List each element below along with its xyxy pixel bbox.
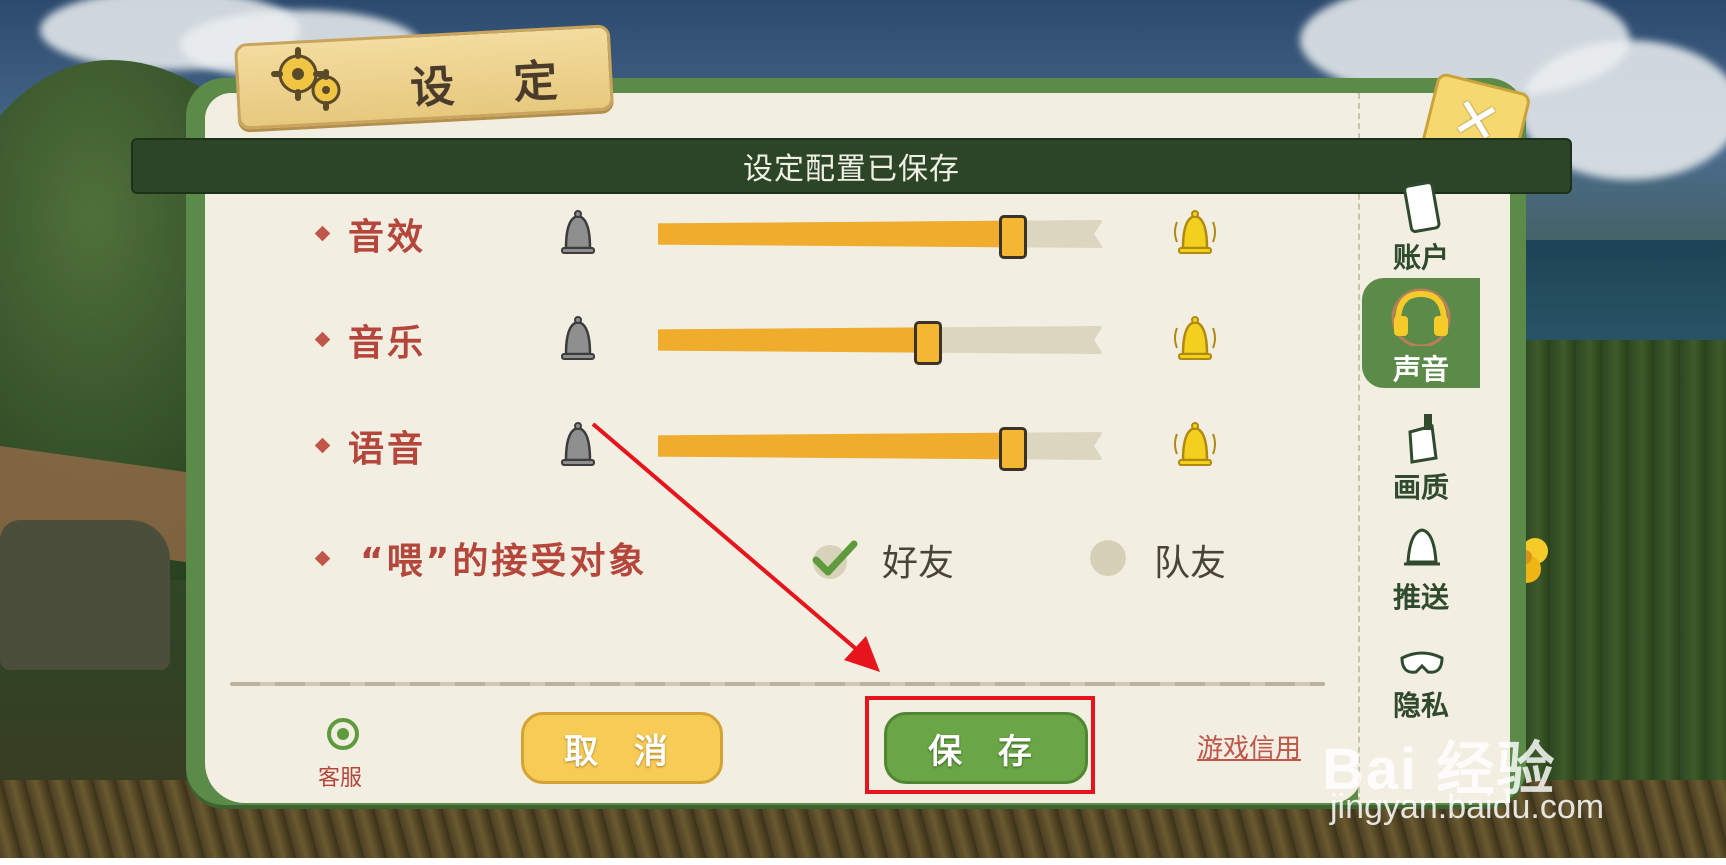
support-label[interactable]: 客服 (318, 760, 362, 792)
bell-mute-icon (556, 314, 600, 364)
voice-label: 语音 (348, 429, 427, 470)
sound-effects-slider-track[interactable] (658, 220, 1103, 248)
bell-mute-icon (556, 420, 600, 470)
music-slider-fill (658, 326, 925, 354)
bell-mute-icon (556, 208, 600, 258)
music-slider-handle[interactable] (914, 321, 942, 365)
option-teammates[interactable]: 队友 (1154, 534, 1226, 586)
music-slider-track[interactable] (658, 326, 1103, 354)
bell-icon (1404, 528, 1440, 566)
nav-privacy-label: 隐私 (1392, 689, 1449, 722)
paintbrush-icon (1408, 414, 1438, 464)
bell-loud-icon (1173, 314, 1217, 364)
cancel-button[interactable]: 取 消 (521, 712, 723, 784)
nav-privacy[interactable]: 隐私 (1362, 636, 1480, 736)
watermark-url: jingyan.baidu.com (1330, 788, 1605, 826)
nav-push-label: 推送 (1392, 581, 1449, 614)
hey-receiver-label: “喂”的接受对象 (360, 541, 648, 582)
annotation-highlight-box (865, 696, 1095, 794)
saved-toast-banner: 设定配置已保存 (131, 138, 1572, 194)
voice-slider-handle[interactable] (998, 427, 1027, 471)
bell-loud-icon (1173, 420, 1217, 470)
sound-effects-slider-handle[interactable] (998, 215, 1027, 259)
checkmark-icon[interactable] (810, 538, 858, 580)
voice-slider-track[interactable] (658, 432, 1103, 460)
radio-teammates[interactable] (1090, 540, 1126, 576)
nav-graphics-label: 画质 (1392, 471, 1449, 504)
phone-icon (1403, 182, 1441, 233)
gear-icon (271, 47, 341, 111)
bottom-border (0, 858, 1726, 865)
nav-sound-label: 声音 (1392, 353, 1449, 386)
headset-support-icon[interactable] (326, 717, 360, 751)
headphones-icon (1391, 288, 1451, 346)
nav-graphics[interactable]: 画质 (1362, 408, 1480, 508)
nav-account[interactable]: 账户 (1362, 178, 1480, 278)
game-credit-link[interactable]: 游戏信用 (1197, 728, 1301, 765)
option-friends[interactable]: 好友 (882, 534, 954, 586)
voice-slider-fill (658, 432, 1010, 460)
footer-divider (230, 682, 1325, 686)
page-title: 设 定 (409, 54, 581, 115)
nav-account-label: 账户 (1392, 241, 1449, 274)
bell-loud-icon (1173, 208, 1217, 258)
nav-push[interactable]: 推送 (1362, 518, 1480, 618)
sound-effects-slider-fill (658, 220, 1010, 248)
nav-sound[interactable]: 声音 (1362, 278, 1480, 388)
music-label: 音乐 (348, 323, 427, 364)
sound-effects-label: 音效 (348, 217, 427, 258)
saved-toast-text: 设定配置已保存 (743, 152, 960, 187)
